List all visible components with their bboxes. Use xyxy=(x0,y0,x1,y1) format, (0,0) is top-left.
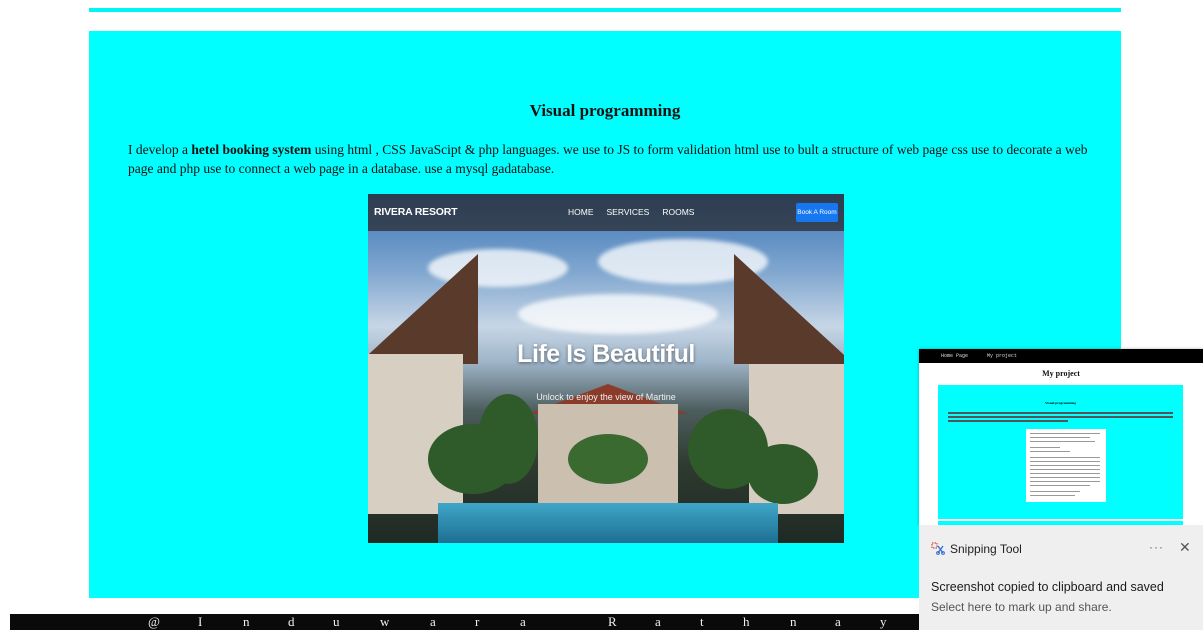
thumbnail-nav-home: Home Page xyxy=(941,353,969,359)
document-line xyxy=(1030,491,1080,492)
document-line xyxy=(1030,485,1090,486)
footer-letter: a xyxy=(655,614,661,629)
footer-letter: y xyxy=(880,614,887,629)
snip-preview-thumbnail[interactable]: Home Page My project My project Visual p… xyxy=(919,349,1203,525)
document-line xyxy=(1030,473,1100,474)
footer-letter: a xyxy=(520,614,526,629)
palm-tree xyxy=(478,394,538,484)
footer-letter: I xyxy=(198,614,203,629)
document-line xyxy=(1030,461,1100,462)
thumbnail-nav-project: My project xyxy=(987,353,1018,359)
resort-brand: RIVERA RESORT xyxy=(374,206,458,218)
thumbnail-navbar: Home Page My project xyxy=(919,349,1203,363)
document-line xyxy=(1030,457,1100,458)
footer-letter: d xyxy=(288,614,295,629)
cloud-shape xyxy=(518,294,718,334)
notification-subtext: Select here to mark up and share. xyxy=(931,600,1112,614)
footer-letter: t xyxy=(700,614,704,629)
description-highlight: hetel booking system xyxy=(191,142,312,157)
description-text-start: I develop a xyxy=(128,142,192,157)
nav-rooms: ROOMS xyxy=(662,207,695,217)
project-screenshot: RIVERA RESORT HOME SERVICES ROOMS Book A R… xyxy=(368,194,844,543)
document-line xyxy=(1030,441,1095,442)
document-line xyxy=(1030,481,1100,482)
section-title: Visual programming xyxy=(529,101,681,120)
document-line xyxy=(1030,451,1070,452)
document-line xyxy=(1030,447,1060,448)
resort-navbar: RIVERA RESORT HOME SERVICES ROOMS Book A R… xyxy=(368,194,844,231)
document-line xyxy=(1030,477,1100,478)
section-description: I develop a hetel booking system using h… xyxy=(128,140,1088,178)
notification-message: Screenshot copied to clipboard and saved xyxy=(931,580,1164,594)
thumbnail-card: Visual programming xyxy=(938,385,1183,519)
nav-services: SERVICES xyxy=(606,207,650,217)
footer-letter: n xyxy=(790,614,797,629)
palm-tree xyxy=(748,444,818,504)
resort-nav-links: HOME SERVICES ROOMS xyxy=(568,207,707,217)
more-options-icon[interactable]: ··· xyxy=(1149,540,1164,554)
snipping-tool-app-name: Snipping Tool xyxy=(950,542,1022,556)
top-divider xyxy=(89,8,1121,12)
footer-letter: r xyxy=(475,614,480,629)
footer-letter: R xyxy=(608,614,617,629)
footer-letter: n xyxy=(243,614,250,629)
nav-home: HOME xyxy=(568,207,594,217)
pool xyxy=(438,503,778,543)
thumbnail-title: My project xyxy=(1042,369,1080,378)
snipping-tool-icon xyxy=(931,542,945,555)
footer-letter: a xyxy=(835,614,841,629)
snipping-tool-notification[interactable]: Snipping Tool ··· ✕ Screenshot copied to… xyxy=(919,525,1203,630)
document-line xyxy=(1030,437,1090,438)
footer-letter: w xyxy=(380,614,390,629)
close-icon[interactable]: ✕ xyxy=(1179,539,1191,556)
hero-title: Life Is Beautiful xyxy=(517,340,695,368)
document-line xyxy=(1030,433,1100,434)
footer-letter: a xyxy=(430,614,436,629)
document-line xyxy=(1030,469,1100,470)
palm-tree xyxy=(568,434,648,484)
thumbnail-text-line xyxy=(948,412,1173,414)
footer-letter: h xyxy=(743,614,750,629)
document-line xyxy=(1030,465,1100,466)
thumbnail-document xyxy=(1026,429,1106,502)
footer-letter: @ xyxy=(148,614,160,629)
thumbnail-card-heading: Visual programming xyxy=(1044,401,1077,405)
book-room-button: Book A Room xyxy=(796,203,838,222)
hero-subtitle: Unlock to enjoy the view of Martine xyxy=(536,392,676,402)
thumbnail-text-line xyxy=(948,416,1173,418)
thumbnail-text-line xyxy=(948,420,1068,422)
document-line xyxy=(1030,495,1075,496)
footer-letter: u xyxy=(333,614,340,629)
